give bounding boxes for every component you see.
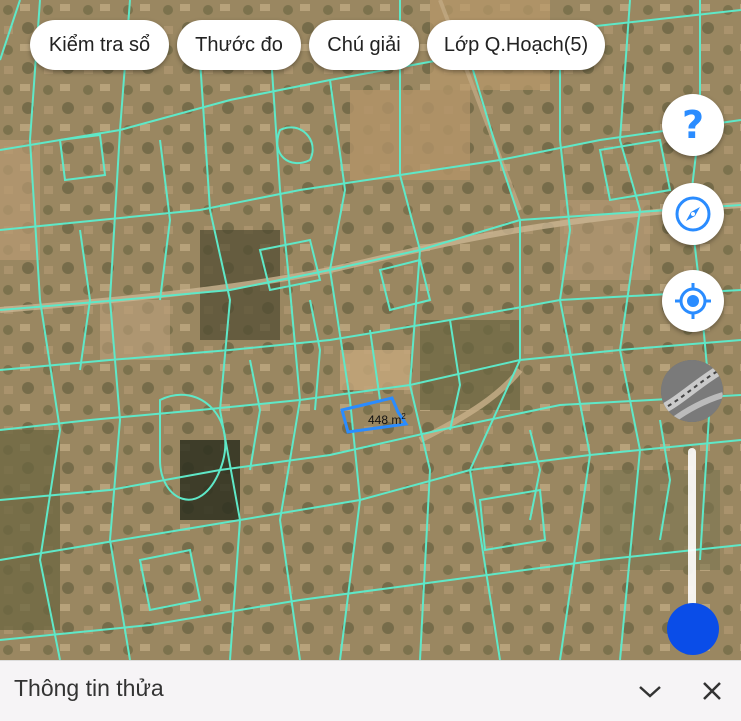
parcel-info-sheet[interactable]: Thông tin thửa	[0, 660, 741, 721]
locate-me-button[interactable]	[662, 270, 724, 332]
map-layer-thumbnail[interactable]	[661, 360, 723, 422]
parcel-area-label: 448 m2	[368, 412, 406, 427]
satellite-map	[0, 0, 741, 660]
check-book-button[interactable]: Kiểm tra sổ	[30, 20, 169, 70]
close-button[interactable]	[698, 677, 726, 705]
sheet-title: Thông tin thửa	[14, 675, 164, 701]
satellite-road-thumbnail-icon	[661, 360, 723, 422]
planning-layer-button[interactable]: Lớp Q.Hoạch(5)	[427, 20, 605, 70]
legend-button[interactable]: Chú giải	[309, 20, 419, 70]
chevron-down-icon	[639, 686, 661, 698]
compass-button[interactable]	[662, 183, 724, 245]
map-view[interactable]: 448 m2	[0, 0, 741, 660]
expand-button[interactable]	[636, 677, 664, 705]
opacity-slider-knob[interactable]	[667, 603, 719, 655]
opacity-slider-track[interactable]	[688, 448, 696, 628]
compass-icon	[675, 196, 711, 232]
question-mark-icon: ?	[681, 103, 705, 147]
help-button[interactable]: ?	[662, 94, 724, 156]
close-icon	[703, 682, 721, 700]
gps-target-icon	[675, 283, 711, 319]
measure-button[interactable]: Thước đo	[177, 20, 301, 70]
